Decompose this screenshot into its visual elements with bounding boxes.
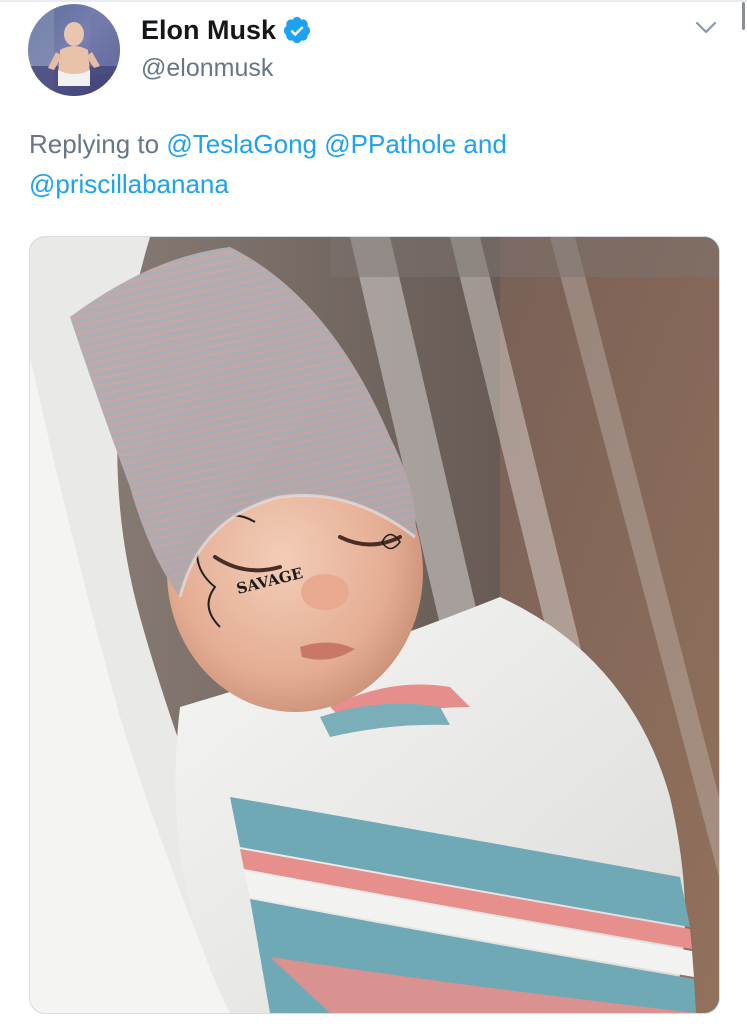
avatar-photo bbox=[28, 4, 120, 96]
divider bbox=[0, 0, 747, 2]
replying-to-line: Replying to @TeslaGong @PPathole and @pr… bbox=[29, 124, 719, 204]
mention-link[interactable]: @PPathole bbox=[324, 129, 456, 159]
replying-to-label: Replying to bbox=[29, 129, 160, 159]
mention-conjunction[interactable]: and bbox=[463, 129, 506, 159]
author-display-name[interactable]: Elon Musk bbox=[141, 12, 276, 48]
scrollbar[interactable] bbox=[742, 2, 745, 30]
mention-link[interactable]: @priscillabanana bbox=[29, 169, 229, 199]
baby-photo: SAVAGE bbox=[30, 237, 719, 1013]
avatar[interactable] bbox=[28, 4, 120, 96]
chevron-down-icon[interactable] bbox=[693, 14, 719, 40]
tweet-photo[interactable]: SAVAGE bbox=[29, 236, 720, 1014]
tweet-card: Elon Musk @elonmusk Replying to @TeslaGo… bbox=[0, 0, 747, 1034]
author-name-row: Elon Musk bbox=[141, 12, 312, 48]
author-handle[interactable]: @elonmusk bbox=[141, 52, 273, 84]
mention-link[interactable]: @TeslaGong bbox=[166, 129, 317, 159]
verified-badge-icon bbox=[282, 15, 312, 45]
